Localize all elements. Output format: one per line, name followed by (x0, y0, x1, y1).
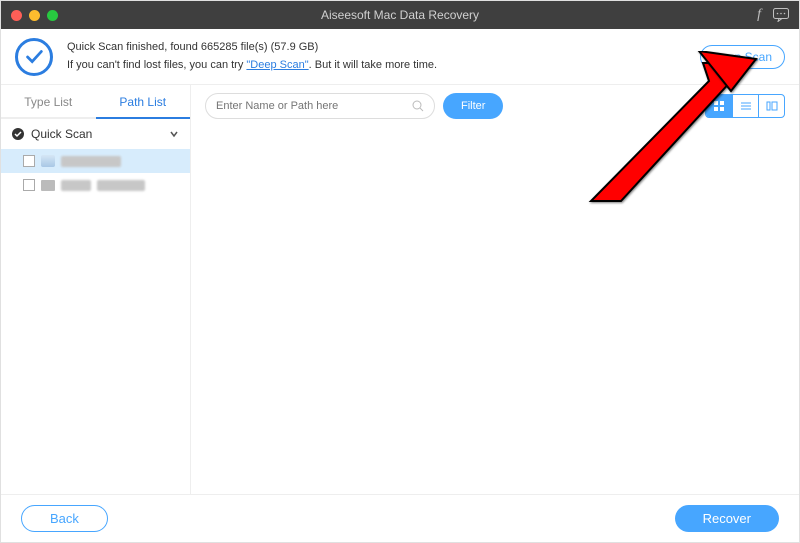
toolbar: Filter (205, 93, 785, 119)
preview-icon (766, 100, 778, 112)
sidebar-item-label (97, 180, 145, 191)
checkbox[interactable] (23, 155, 35, 167)
sidebar-item-label (61, 180, 91, 191)
sidebar-group-label: Quick Scan (31, 127, 92, 141)
sidebar-item[interactable] (1, 149, 190, 173)
grid-icon (713, 100, 725, 112)
checkbox[interactable] (23, 179, 35, 191)
scan-info-bar: Quick Scan finished, found 665285 file(s… (1, 29, 799, 85)
search-input[interactable] (216, 100, 412, 112)
check-circle-icon (11, 127, 25, 141)
back-button[interactable]: Back (21, 505, 108, 532)
folder-icon (41, 180, 55, 191)
footer: Back Recover (1, 494, 799, 542)
chevron-down-icon (168, 128, 180, 140)
view-switcher (705, 94, 785, 118)
close-window-button[interactable] (11, 10, 22, 21)
scan-info-text: Quick Scan finished, found 665285 file(s… (67, 39, 437, 74)
sidebar-item[interactable] (1, 173, 190, 197)
app-title: Aiseesoft Mac Data Recovery (1, 8, 799, 22)
filter-button[interactable]: Filter (443, 93, 503, 119)
search-field[interactable] (205, 93, 435, 119)
search-icon (412, 100, 424, 112)
sidebar-group-quick-scan[interactable]: Quick Scan (1, 119, 190, 149)
zoom-window-button[interactable] (47, 10, 58, 21)
sidebar: Type List Path List Quick Scan (1, 85, 191, 495)
feedback-icon[interactable] (773, 8, 789, 22)
titlebar: Aiseesoft Mac Data Recovery f (1, 1, 799, 29)
tab-path-list[interactable]: Path List (96, 85, 191, 117)
view-list-button[interactable] (732, 95, 758, 117)
main-content: Filter (191, 85, 799, 495)
deep-scan-link[interactable]: "Deep Scan" (246, 59, 308, 71)
scan-hint: If you can't find lost files, you can tr… (67, 57, 437, 75)
tab-type-list[interactable]: Type List (1, 85, 96, 117)
scan-summary: Quick Scan finished, found 665285 file(s… (67, 39, 437, 57)
recover-button[interactable]: Recover (675, 505, 779, 532)
minimize-window-button[interactable] (29, 10, 40, 21)
facebook-icon[interactable]: f (757, 7, 761, 23)
window-controls (11, 10, 58, 21)
view-preview-button[interactable] (758, 95, 784, 117)
list-icon (740, 100, 752, 112)
disk-icon (41, 155, 55, 167)
view-grid-button[interactable] (706, 95, 732, 117)
checkmark-icon (15, 38, 53, 76)
deep-scan-button[interactable]: Deep Scan (700, 45, 785, 69)
sidebar-item-label (61, 156, 121, 167)
